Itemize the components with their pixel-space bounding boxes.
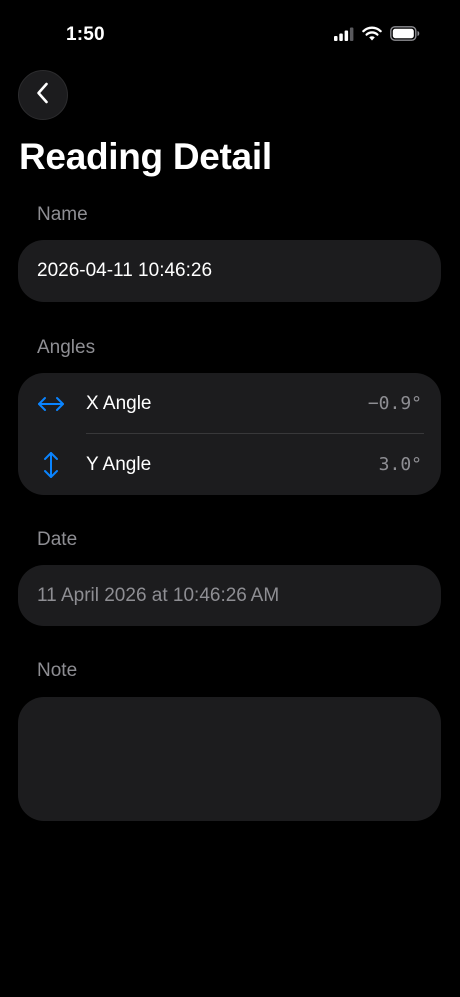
horizontal-arrows-icon — [37, 390, 65, 418]
x-angle-value: −0.9° — [367, 393, 422, 414]
y-angle-value: 3.0° — [378, 454, 422, 475]
status-bar: 1:50 — [0, 0, 460, 60]
back-button[interactable] — [18, 70, 68, 120]
chevron-left-icon — [35, 81, 51, 110]
angles-section-header: Angles — [37, 337, 96, 358]
status-time: 1:50 — [66, 24, 105, 45]
status-icons — [334, 26, 420, 46]
note-text-area[interactable] — [18, 697, 441, 821]
y-angle-row: Y Angle 3.0° — [18, 434, 441, 495]
signal-icon — [334, 27, 354, 46]
y-angle-label: Y Angle — [86, 453, 152, 475]
name-field[interactable]: 2026-04-11 10:46:26 — [18, 240, 441, 302]
note-section-header: Note — [37, 660, 78, 681]
x-angle-row: X Angle −0.9° — [18, 373, 441, 434]
angles-card: X Angle −0.9° Y Angle 3.0° — [18, 373, 441, 495]
page-title: Reading Detail — [19, 136, 272, 177]
battery-icon — [390, 26, 420, 46]
name-value: 2026-04-11 10:46:26 — [37, 260, 213, 281]
name-section-header: Name — [37, 204, 88, 225]
wifi-icon — [362, 26, 382, 46]
vertical-arrows-icon — [37, 451, 65, 479]
date-value: 11 April 2026 at 10:46:26 AM — [37, 584, 280, 606]
date-field: 11 April 2026 at 10:46:26 AM — [18, 565, 441, 626]
x-angle-label: X Angle — [86, 392, 152, 414]
date-section-header: Date — [37, 529, 78, 550]
